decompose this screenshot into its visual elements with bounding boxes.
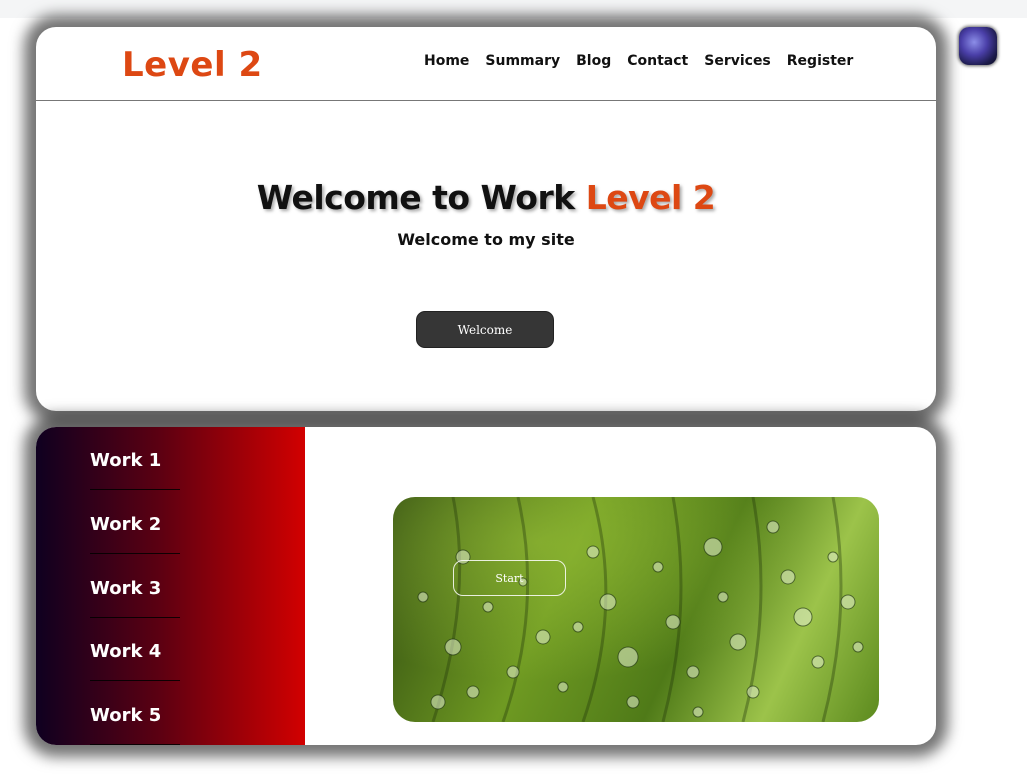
works-sidebar: Work 1 Work 2 Work 3 Work 4 Work 5 [36, 427, 305, 745]
sidebar-divider [90, 680, 180, 681]
galaxy-avatar-icon[interactable] [959, 27, 997, 65]
works-card: Work 1 Work 2 Work 3 Work 4 Work 5 Start [36, 427, 936, 745]
main-nav: Home Summary Blog Contact Services Regis… [424, 53, 853, 69]
sidebar-divider [90, 489, 180, 490]
sidebar-item-work-2[interactable]: Work 2 [90, 514, 180, 546]
hero-title-accent: Level 2 [585, 178, 716, 217]
header-divider [36, 100, 936, 101]
nav-home[interactable]: Home [424, 53, 469, 69]
nav-services[interactable]: Services [704, 53, 771, 69]
nav-register[interactable]: Register [787, 53, 854, 69]
sidebar-divider [90, 744, 180, 745]
water-droplets-image: Start [393, 497, 879, 722]
welcome-button[interactable]: Welcome [416, 311, 554, 348]
header-card: Level 2 Home Summary Blog Contact Servic… [36, 27, 936, 411]
browser-top-strip [0, 0, 1027, 18]
nav-contact[interactable]: Contact [627, 53, 688, 69]
sidebar-divider [90, 553, 180, 554]
nav-blog[interactable]: Blog [576, 53, 611, 69]
hero-title-prefix: Welcome to Work [256, 178, 575, 217]
sidebar-item-work-3[interactable]: Work 3 [90, 578, 180, 610]
nav-summary[interactable]: Summary [485, 53, 560, 69]
sidebar-item-work-4[interactable]: Work 4 [90, 641, 180, 673]
hero-title: Welcome to Work Level 2 [36, 178, 936, 217]
start-button[interactable]: Start [453, 560, 566, 596]
sidebar-item-work-5[interactable]: Work 5 [90, 705, 180, 737]
site-logo[interactable]: Level 2 [122, 45, 263, 85]
sidebar-item-work-1[interactable]: Work 1 [90, 450, 180, 482]
sidebar-divider [90, 617, 180, 618]
droplet-pattern [417, 497, 864, 722]
hero-subtitle: Welcome to my site [397, 230, 575, 249]
